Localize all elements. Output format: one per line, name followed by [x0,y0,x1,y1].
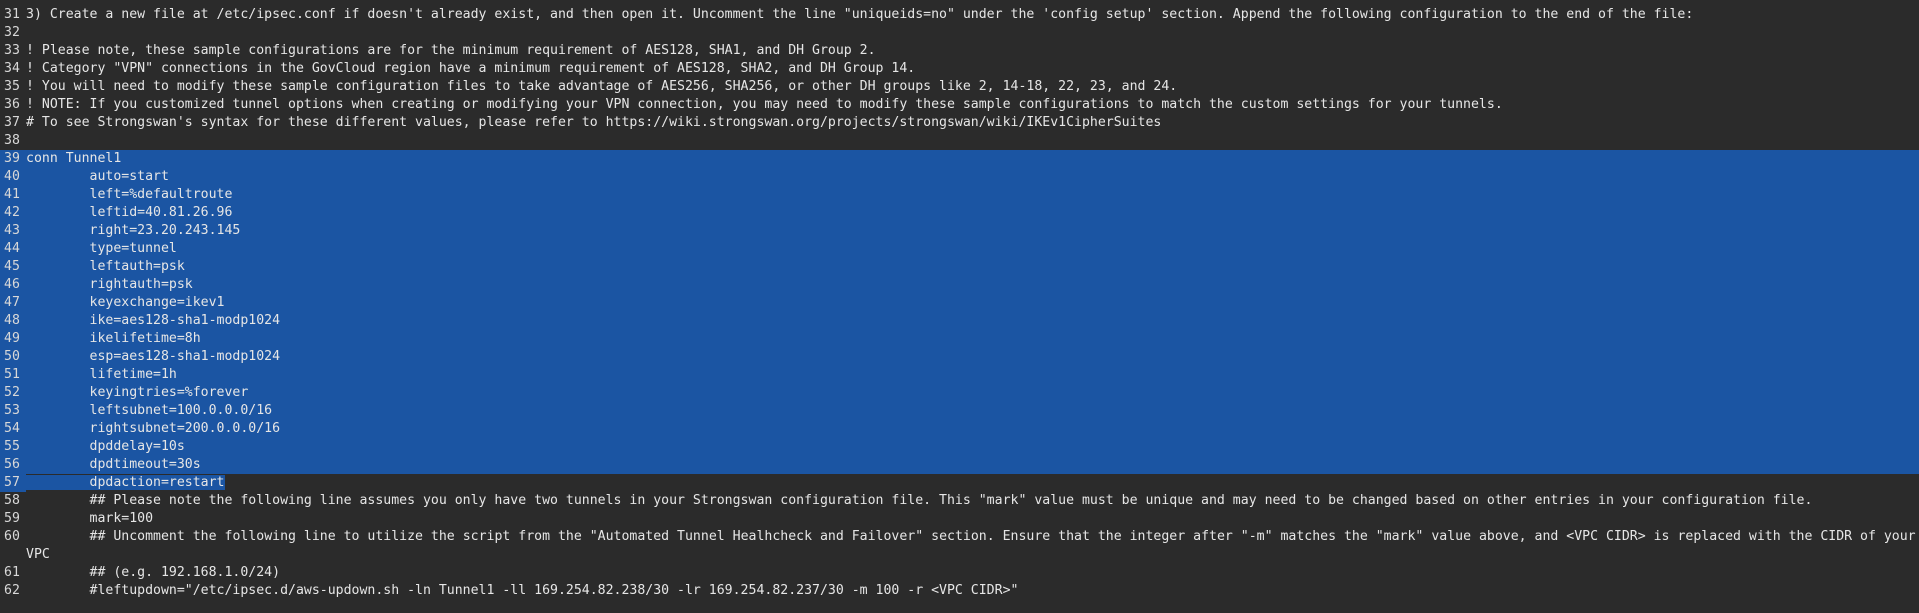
line-text[interactable]: #leftupdown="/etc/ipsec.d/aws-updown.sh … [26,582,1919,600]
code-line[interactable]: 50 esp=aes128-sha1-modp1024 [0,348,1919,366]
code-line[interactable]: 57 dpdaction=restart [0,474,1919,492]
code-line[interactable]: 35 ! You will need to modify these sample… [0,78,1919,96]
code-line[interactable]: 34 ! Category "VPN" connections in the Go… [0,60,1919,78]
code-line[interactable]: 47 keyexchange=ikev1 [0,294,1919,312]
code-line[interactable]: 54 rightsubnet=200.0.0.0/16 [0,420,1919,438]
code-line[interactable]: 33 ! Please note, these sample configurat… [0,42,1919,60]
selected-text[interactable]: dpdaction=restart [26,475,225,490]
line-number: 38 [4,133,20,148]
line-number: 33 [4,43,20,58]
line-number: 55 [4,439,20,454]
line-text[interactable]: 3) Create a new file at /etc/ipsec.conf … [26,6,1919,24]
line-text[interactable] [26,24,1919,42]
line-text[interactable]: left=%defaultroute [26,186,1919,204]
line-number: 34 [4,61,20,76]
line-text[interactable]: ## Uncomment the following line to utili… [26,528,1919,564]
code-line[interactable]: 37 # To see Strongswan's syntax for these… [0,114,1919,132]
code-line[interactable]: 58 ## Please note the following line ass… [0,492,1919,510]
line-number: 50 [4,349,20,364]
line-number: 56 [4,457,20,472]
line-text[interactable]: auto=start [26,168,1919,186]
line-number: 31 [4,7,20,22]
line-number: 41 [4,187,20,202]
text-editor[interactable]: 31 3) Create a new file at /etc/ipsec.con… [0,0,1919,613]
code-line[interactable]: 39 conn Tunnel1 [0,150,1919,168]
code-line[interactable]: 32 [0,24,1919,42]
line-number: 59 [4,511,20,526]
code-line[interactable]: 43 right=23.20.243.145 [0,222,1919,240]
line-number: 39 [4,151,20,166]
line-number: 54 [4,421,20,436]
code-line[interactable]: 31 3) Create a new file at /etc/ipsec.con… [0,6,1919,24]
line-number: 43 [4,223,20,238]
line-text[interactable]: ! Please note, these sample configuratio… [26,42,1919,60]
line-text[interactable]: keyingtries=%forever [26,384,1919,402]
line-text[interactable]: mark=100 [26,510,1919,528]
line-number: 48 [4,313,20,328]
line-number: 37 [4,115,20,130]
line-number: 40 [4,169,20,184]
line-number: 35 [4,79,20,94]
code-line[interactable]: 51 lifetime=1h [0,366,1919,384]
line-number: 57 [0,474,26,492]
line-text[interactable]: leftauth=psk [26,258,1919,276]
line-text[interactable]: rightauth=psk [26,276,1919,294]
line-text[interactable]: leftsubnet=100.0.0.0/16 [26,402,1919,420]
line-text[interactable]: ikelifetime=8h [26,330,1919,348]
line-number: 49 [4,331,20,346]
line-number: 58 [4,493,20,508]
line-number: 52 [4,385,20,400]
line-text[interactable]: conn Tunnel1 [26,150,1919,168]
line-number: 36 [4,97,20,112]
line-text[interactable]: lifetime=1h [26,366,1919,384]
code-line[interactable]: 49 ikelifetime=8h [0,330,1919,348]
line-text[interactable] [26,132,1919,150]
line-text[interactable]: # To see Strongswan's syntax for these d… [26,114,1919,132]
code-line[interactable]: 62 #leftupdown="/etc/ipsec.d/aws-updown.… [0,582,1919,600]
code-line[interactable]: 52 keyingtries=%forever [0,384,1919,402]
line-text[interactable]: type=tunnel [26,240,1919,258]
line-text[interactable]: right=23.20.243.145 [26,222,1919,240]
code-line[interactable]: 36 ! NOTE: If you customized tunnel optio… [0,96,1919,114]
line-text[interactable]: ! Category "VPN" connections in the GovC… [26,60,1919,78]
line-number: 32 [4,25,20,40]
line-text[interactable]: ## Please note the following line assume… [26,492,1919,510]
line-text[interactable]: dpdaction=restart [26,474,1919,492]
code-line[interactable]: 56 dpdtimeout=30s [0,456,1919,474]
line-text[interactable]: dpddelay=10s [26,438,1919,456]
line-number: 61 [4,565,20,580]
line-number: 53 [4,403,20,418]
line-text[interactable]: keyexchange=ikev1 [26,294,1919,312]
line-text[interactable]: ike=aes128-sha1-modp1024 [26,312,1919,330]
line-text[interactable]: ## (e.g. 192.168.1.0/24) [26,564,1919,582]
code-line[interactable]: 44 type=tunnel [0,240,1919,258]
code-line[interactable]: 46 rightauth=psk [0,276,1919,294]
line-text[interactable]: ! NOTE: If you customized tunnel options… [26,96,1919,114]
code-line[interactable]: 42 leftid=40.81.26.96 [0,204,1919,222]
code-line[interactable]: 55 dpddelay=10s [0,438,1919,456]
line-text[interactable]: rightsubnet=200.0.0.0/16 [26,420,1919,438]
code-line[interactable]: 41 left=%defaultroute [0,186,1919,204]
code-line[interactable]: 59 mark=100 [0,510,1919,528]
line-text[interactable]: leftid=40.81.26.96 [26,204,1919,222]
line-number: 62 [4,583,20,598]
code-line[interactable]: 48 ike=aes128-sha1-modp1024 [0,312,1919,330]
code-line[interactable]: 61 ## (e.g. 192.168.1.0/24) [0,564,1919,582]
line-number: 51 [4,367,20,382]
code-line[interactable]: 40 auto=start [0,168,1919,186]
line-number: 47 [4,295,20,310]
code-line[interactable]: 60 ## Uncomment the following line to ut… [0,528,1919,564]
line-text[interactable]: ! You will need to modify these sample c… [26,78,1919,96]
code-line[interactable]: 53 leftsubnet=100.0.0.0/16 [0,402,1919,420]
code-line[interactable]: 45 leftauth=psk [0,258,1919,276]
code-line[interactable]: 38 [0,132,1919,150]
line-text[interactable]: esp=aes128-sha1-modp1024 [26,348,1919,366]
line-number: 60 [4,529,20,544]
line-number: 45 [4,259,20,274]
line-number: 46 [4,277,20,292]
line-number: 42 [4,205,20,220]
line-number: 44 [4,241,20,256]
line-text[interactable]: dpdtimeout=30s [26,456,1919,474]
